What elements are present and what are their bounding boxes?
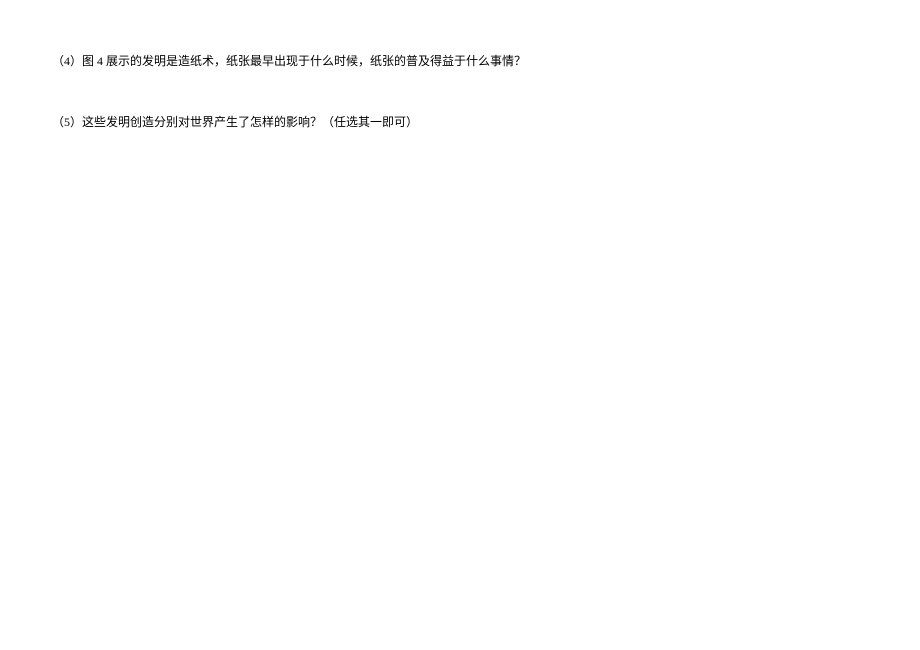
question-4: （4）图 4 展示的发明是造纸术，纸张最早出现于什么时候，纸张的普及得益于什么事… bbox=[52, 52, 920, 70]
question-5-text: （5）这些发明创造分别对世界产生了怎样的影响？（任选其一即可） bbox=[52, 115, 418, 129]
question-4-text: （4）图 4 展示的发明是造纸术，纸张最早出现于什么时候，纸张的普及得益于什么事… bbox=[52, 54, 526, 68]
question-5: （5）这些发明创造分别对世界产生了怎样的影响？（任选其一即可） bbox=[52, 113, 920, 131]
